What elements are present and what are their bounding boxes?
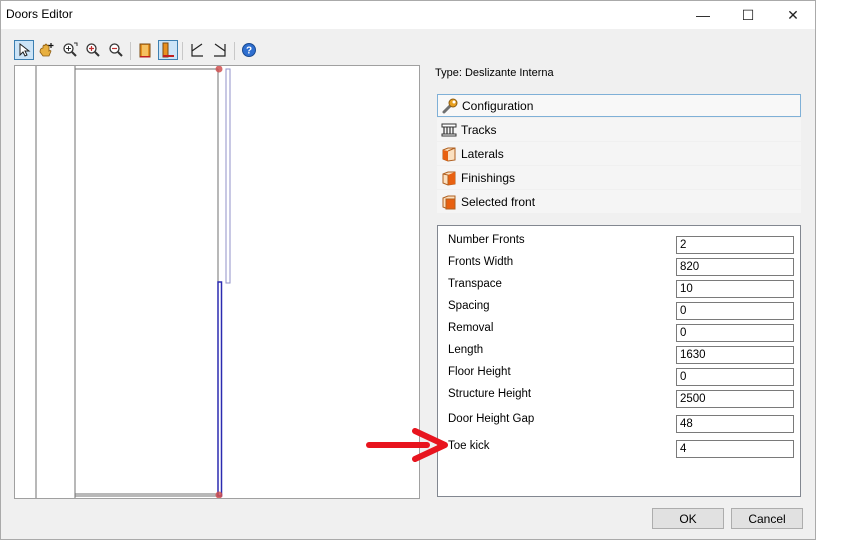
door-front-icon: [139, 43, 151, 58]
section-label: Tracks: [461, 122, 497, 137]
maximize-button[interactable]: ☐: [726, 1, 770, 29]
toolbar: ?: [11, 40, 267, 62]
help-button[interactable]: ?: [239, 40, 259, 60]
selected-front-box-icon: [440, 193, 458, 211]
side-view-button[interactable]: [158, 40, 178, 60]
red-arrow-annotation: [366, 428, 448, 462]
property-row: Length: [438, 341, 800, 364]
zoom-out-button[interactable]: [106, 40, 126, 60]
section-configuration[interactable]: Configuration: [437, 94, 801, 117]
door-preview-canvas[interactable]: [14, 65, 420, 499]
property-label: Door Height Gap: [448, 413, 535, 425]
cancel-button[interactable]: Cancel: [731, 508, 803, 529]
property-row: Door Height Gap: [438, 410, 800, 433]
svg-text:?: ?: [246, 46, 252, 57]
property-label: Structure Height: [448, 388, 532, 400]
zoom-out-icon: [109, 43, 123, 57]
toe-kick-field[interactable]: [676, 440, 794, 458]
section-laterals[interactable]: Laterals: [437, 142, 801, 165]
door-type-label: Type: Deslizante Interna: [435, 67, 554, 79]
hand-icon: [39, 43, 54, 57]
right-profile-icon: [214, 43, 226, 57]
structure-height-field[interactable]: [676, 390, 794, 408]
property-row: Toe kick: [438, 437, 800, 459]
toolbar-separator: [130, 42, 131, 60]
transpace-field[interactable]: [676, 280, 794, 298]
laterals-box-icon: [440, 145, 458, 163]
property-row: Floor Height: [438, 363, 800, 386]
fronts-width-field[interactable]: [676, 258, 794, 276]
left-profile-button[interactable]: [187, 40, 207, 60]
front-view-button[interactable]: [135, 40, 155, 60]
title-bar[interactable]: Doors Editor — ☐ ✕: [1, 1, 815, 29]
pan-button[interactable]: [37, 40, 57, 60]
help-icon: ?: [242, 43, 256, 57]
property-label: Number Fronts: [448, 234, 525, 246]
property-label: Length: [448, 344, 484, 356]
select-pointer-button[interactable]: [14, 40, 34, 60]
wrench-icon: [441, 97, 459, 115]
zoom-in-button[interactable]: [83, 40, 103, 60]
back-door-front[interactable]: [225, 68, 231, 284]
top-marker[interactable]: [215, 66, 223, 73]
right-profile-button[interactable]: [210, 40, 230, 60]
property-row: Structure Height: [438, 385, 800, 408]
tracks-icon: [440, 121, 458, 139]
properties-panel: Number Fronts Fronts Width Transpace Spa…: [437, 225, 801, 497]
door-height-gap-field[interactable]: [676, 415, 794, 433]
door-side-icon: [162, 42, 174, 58]
property-label: Spacing: [448, 300, 490, 312]
cursor-icon: [19, 43, 31, 57]
toolbar-separator: [234, 42, 235, 60]
property-label: Removal: [448, 322, 494, 334]
door-preview-drawing: [35, 66, 231, 498]
section-finishings[interactable]: Finishings: [437, 166, 801, 189]
close-button[interactable]: ✕: [771, 1, 815, 29]
property-row: Number Fronts: [438, 231, 800, 254]
section-label: Laterals: [461, 146, 504, 161]
property-label: Transpace: [448, 278, 502, 290]
spacing-field[interactable]: [676, 302, 794, 320]
floor-height-field[interactable]: [676, 368, 794, 386]
ok-button[interactable]: OK: [652, 508, 724, 529]
property-label: Fronts Width: [448, 256, 514, 268]
toolbar-separator: [182, 42, 183, 60]
section-selected-front[interactable]: Selected front: [437, 190, 801, 213]
section-label: Finishings: [461, 170, 516, 185]
front-door-front[interactable]: [217, 281, 223, 497]
property-label: Floor Height: [448, 366, 511, 378]
length-field[interactable]: [676, 346, 794, 364]
finishings-box-icon: [440, 169, 458, 187]
removal-field[interactable]: [676, 324, 794, 342]
left-profile-icon: [191, 43, 203, 57]
property-row: Transpace: [438, 275, 800, 298]
zoom-fit-icon: [63, 42, 78, 57]
section-tracks[interactable]: Tracks: [437, 118, 801, 141]
section-label: Selected front: [461, 194, 536, 209]
property-row: Spacing: [438, 297, 800, 320]
property-row: Fronts Width: [438, 253, 800, 276]
window-title: Doors Editor: [6, 7, 73, 21]
zoom-in-icon: [86, 43, 100, 57]
number-fronts-field[interactable]: [676, 236, 794, 254]
zoom-fit-button[interactable]: [60, 40, 80, 60]
minimize-button[interactable]: —: [681, 1, 725, 29]
property-row: Removal: [438, 319, 800, 342]
section-label: Configuration: [462, 98, 534, 113]
